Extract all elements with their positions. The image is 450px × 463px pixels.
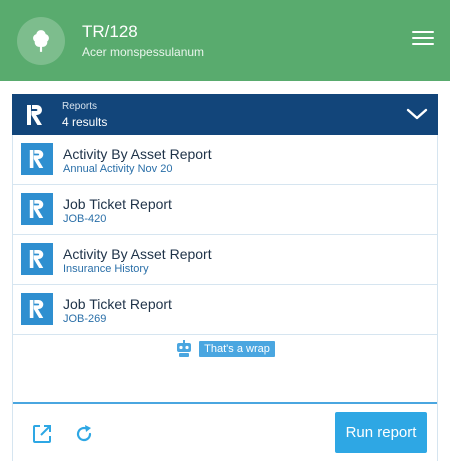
report-row[interactable]: Activity By Asset Report Insurance Histo… (13, 235, 437, 285)
report-icon (21, 143, 53, 175)
report-logo-icon (27, 105, 42, 125)
end-message: That's a wrap (199, 341, 275, 357)
report-row[interactable]: Activity By Asset Report Annual Activity… (13, 135, 437, 185)
report-subtitle: JOB-269 (63, 313, 107, 325)
tree-avatar (17, 17, 65, 65)
report-subtitle: JOB-420 (63, 213, 107, 225)
report-title: Activity By Asset Report (63, 146, 212, 162)
reports-list: Activity By Asset Report Annual Activity… (13, 135, 437, 335)
report-row[interactable]: Job Ticket Report JOB-420 (13, 185, 437, 235)
report-title: Job Ticket Report (63, 196, 172, 212)
panel-footer: Run report (13, 402, 437, 463)
hamburger-menu-icon[interactable] (412, 31, 434, 49)
end-of-list: That's a wrap (13, 340, 437, 358)
refresh-icon[interactable] (73, 423, 95, 445)
tree-icon (33, 30, 49, 52)
app-header: TR/128 Acer monspessulanum (0, 0, 450, 81)
reports-panel-header[interactable]: Reports 4 results (12, 94, 438, 135)
reports-panel: Reports 4 results Activity By Asset Repo… (12, 94, 438, 461)
report-subtitle: Annual Activity Nov 20 (63, 163, 173, 175)
asset-title: TR/128 (82, 22, 138, 41)
report-icon (21, 193, 53, 225)
panel-heading: Reports (62, 101, 98, 112)
report-title: Activity By Asset Report (63, 246, 212, 262)
asset-species: Acer monspessulanum (82, 45, 205, 59)
report-row[interactable]: Job Ticket Report JOB-269 (13, 285, 437, 335)
report-icon (21, 293, 53, 325)
robot-icon (177, 340, 192, 357)
results-count: 4 results (62, 115, 108, 129)
report-subtitle: Insurance History (63, 263, 149, 275)
chevron-down-icon[interactable] (406, 105, 428, 123)
report-icon (21, 243, 53, 275)
external-link-icon[interactable] (31, 423, 53, 445)
run-report-button[interactable]: Run report (335, 412, 427, 453)
report-title: Job Ticket Report (63, 296, 172, 312)
